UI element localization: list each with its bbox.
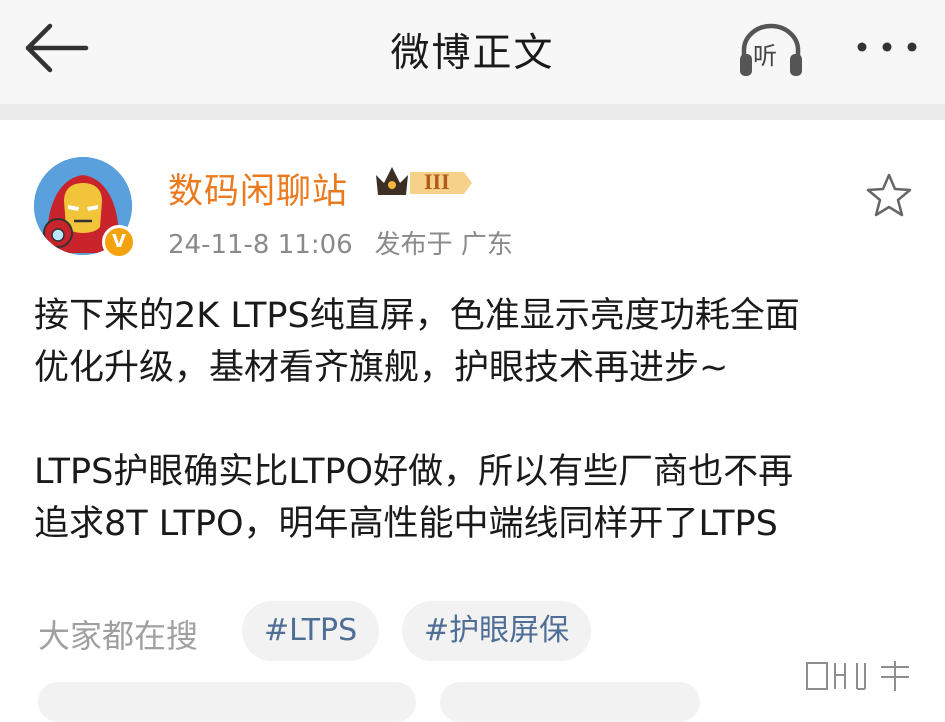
post-timestamp: 24-11-8 11:06 [168,230,353,260]
post-line: 接下来的2K LTPS纯直屏，色准显示亮度功耗全面 [34,296,800,336]
listen-button[interactable]: 听 [736,20,806,80]
watermark-logo [806,661,909,691]
hashtag-ltps[interactable]: #LTPS [242,601,380,661]
verified-badge: V [102,225,136,259]
section-divider [0,104,945,120]
post-meta: 24-11-8 11:06 发布于 广东 [168,224,535,261]
post-line: 追求8T LTPO，明年高性能中端线同样开了LTPS [34,504,778,544]
post-location: 发布于 广东 [374,230,513,260]
favorite-button[interactable] [866,172,912,218]
post-body: 接下来的2K LTPS纯直屏，色准显示亮度功耗全面 优化升级，基材看齐旗舰，护眼… [34,290,929,550]
trending-search-label: 大家都在搜 [38,617,199,655]
post-line: LTPS护眼确实比LTPO好做，所以有些厂商也不再 [34,452,794,492]
more-button[interactable] [855,34,919,60]
post-line: 优化升级，基材看齐旗舰，护眼技术再进步~ [34,348,729,388]
author-name[interactable]: 数码闲聊站 [168,163,348,214]
member-level-badge[interactable]: III [372,163,476,203]
more-hashtag-pill[interactable] [38,682,416,722]
top-bar: 微博正文 听 [0,0,945,104]
star-icon [866,173,912,217]
listen-label: 听 [753,42,777,70]
more-hashtag-pill[interactable] [440,682,700,722]
hashtag-eye-protection[interactable]: #护眼屏保 [402,601,592,661]
more-dots-icon [857,42,917,52]
member-level-text: III [424,169,450,194]
